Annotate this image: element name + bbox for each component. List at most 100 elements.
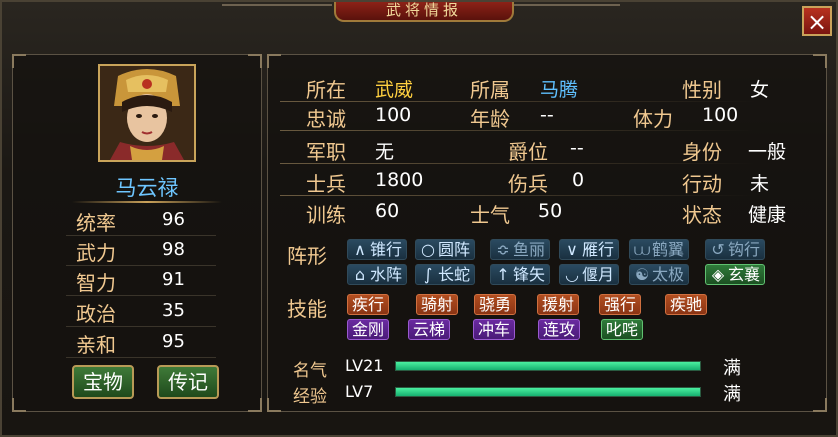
panel-corner (813, 54, 827, 68)
skill-chip[interactable]: 强行 (599, 294, 642, 315)
info-row: 训练 60 士气 50 状态 健康 (280, 197, 808, 227)
info-row: 所在 武威 所属 马腾 性别 女 (280, 72, 808, 102)
formation-name: 钩行 (728, 240, 761, 259)
portrait-image (100, 66, 194, 160)
stamina-label: 体力 (633, 107, 673, 131)
location-label: 所在 (306, 78, 346, 102)
formation-chip[interactable]: ↑ 锋矢 (490, 264, 551, 285)
formation-name: 鹤翼 (652, 240, 685, 259)
identity-value: 一般 (748, 141, 787, 163)
biography-button[interactable]: 传记 (157, 365, 219, 399)
formation-name: 雁行 (582, 240, 615, 259)
action-label: 行动 (682, 172, 722, 196)
panel-corner (12, 54, 26, 68)
panel-corner (813, 398, 827, 412)
stat-label: 智力 (76, 271, 116, 295)
stat-value: 98 (162, 239, 185, 260)
formation-name: 水阵 (370, 265, 403, 284)
info-row: 忠诚 100 年龄 -- 体力 100 (280, 101, 808, 131)
skill-chip[interactable]: 连攻 (538, 319, 581, 340)
stat-row-charisma: 亲和 95 (66, 327, 216, 358)
window-title: 武将情报 (334, 2, 514, 22)
stat-row-intelligence: 智力 91 (66, 265, 216, 296)
formation-name: 太极 (652, 265, 685, 284)
skill-chip[interactable]: 援射 (537, 294, 580, 315)
action-value: 未 (750, 173, 770, 195)
formation-icon: ◈ (711, 265, 725, 284)
fame-label: 名气 (293, 361, 327, 381)
skill-chip[interactable]: 冲车 (473, 319, 516, 340)
skill-chip[interactable]: 骁勇 (474, 294, 517, 315)
stamina-value: 100 (702, 104, 739, 126)
rank-label: 爵位 (508, 140, 548, 164)
general-info-window: 武将情报 × 马云禄 统率 96 武力 98 智力 91 政治 35 亲和 95… (0, 0, 838, 437)
formation-icon: ⌂ (354, 265, 366, 284)
stat-label: 政治 (76, 302, 116, 326)
formation-chip[interactable]: ○ 圆阵 (415, 239, 476, 260)
condition-value: 健康 (748, 204, 787, 226)
exp-status: 满 (723, 384, 741, 405)
treasure-button[interactable]: 宝物 (72, 365, 134, 399)
faction-label: 所属 (470, 78, 510, 102)
formation-chip[interactable]: ◈ 玄襄 (705, 264, 766, 285)
panel-corner (248, 398, 262, 412)
formation-icon: ≎ (496, 240, 510, 259)
morale-label: 士气 (470, 203, 510, 227)
panel-corner (248, 54, 262, 68)
formation-chip[interactable]: ☯ 太极 (629, 264, 690, 285)
formation-name: 圆阵 (438, 240, 471, 259)
loyalty-label: 忠诚 (306, 107, 346, 131)
formation-chip[interactable]: ⌂ 水阵 (347, 264, 408, 285)
skill-chip[interactable]: 骑射 (416, 294, 459, 315)
formation-name: 鱼丽 (513, 240, 546, 259)
row-divider (280, 195, 808, 196)
skill-chip[interactable]: 金刚 (347, 319, 390, 340)
info-row: 士兵 1800 伤兵 0 行动 未 (280, 166, 808, 196)
age-label: 年龄 (470, 107, 510, 131)
formation-icon: ☯ (634, 265, 650, 284)
formation-icon: ∨ (566, 240, 578, 259)
formation-chip[interactable]: ◡ 偃月 (559, 264, 620, 285)
skill-chip[interactable]: 叱咤 (601, 319, 644, 340)
skill-chip[interactable]: 疾驰 (665, 294, 708, 315)
formation-icon: ○ (421, 240, 435, 259)
skill-chip[interactable]: 疾行 (347, 294, 390, 315)
loyalty-value: 100 (375, 104, 412, 126)
soldiers-value: 1800 (375, 169, 424, 191)
formation-chip[interactable]: ∫ 长蛇 (415, 264, 476, 285)
stat-value: 96 (162, 209, 185, 230)
identity-label: 身份 (682, 140, 722, 164)
info-row: 军职 无 爵位 -- 身份 一般 (280, 134, 808, 164)
post-label: 军职 (306, 140, 346, 164)
panel-corner (267, 54, 281, 68)
stat-value: 35 (162, 300, 185, 321)
panel-corner (12, 398, 26, 412)
exp-bar (395, 387, 701, 397)
formation-chip[interactable]: ∨ 雁行 (559, 239, 620, 260)
fame-status: 满 (723, 358, 741, 379)
name-divider (72, 201, 222, 203)
formation-chip[interactable]: ⩊ 鹤翼 (629, 239, 690, 260)
exp-label: 经验 (293, 387, 327, 407)
morale-value: 50 (538, 200, 563, 222)
stat-row-strength: 武力 98 (66, 235, 216, 266)
soldiers-label: 士兵 (306, 172, 346, 196)
panel-corner (267, 398, 281, 412)
rank-value: -- (570, 137, 584, 159)
stat-label: 亲和 (76, 333, 116, 357)
row-divider (280, 130, 808, 131)
formation-name: 玄襄 (728, 265, 761, 284)
skill-chip[interactable]: 云梯 (408, 319, 451, 340)
faction-value: 马腾 (540, 79, 579, 101)
gender-label: 性别 (682, 78, 722, 102)
formation-chip[interactable]: ≎ 鱼丽 (490, 239, 551, 260)
formation-chip[interactable]: ↺ 钩行 (705, 239, 766, 260)
title-ornament-right (510, 4, 620, 18)
formation-icon: ∧ (354, 240, 366, 259)
formation-icon: ↑ (496, 265, 510, 284)
formation-icon: ◡ (565, 265, 579, 284)
close-button[interactable]: × (802, 6, 832, 36)
skills-label: 技能 (287, 297, 327, 321)
fame-bar-fill (396, 362, 700, 370)
formation-chip[interactable]: ∧ 锥行 (347, 239, 408, 260)
